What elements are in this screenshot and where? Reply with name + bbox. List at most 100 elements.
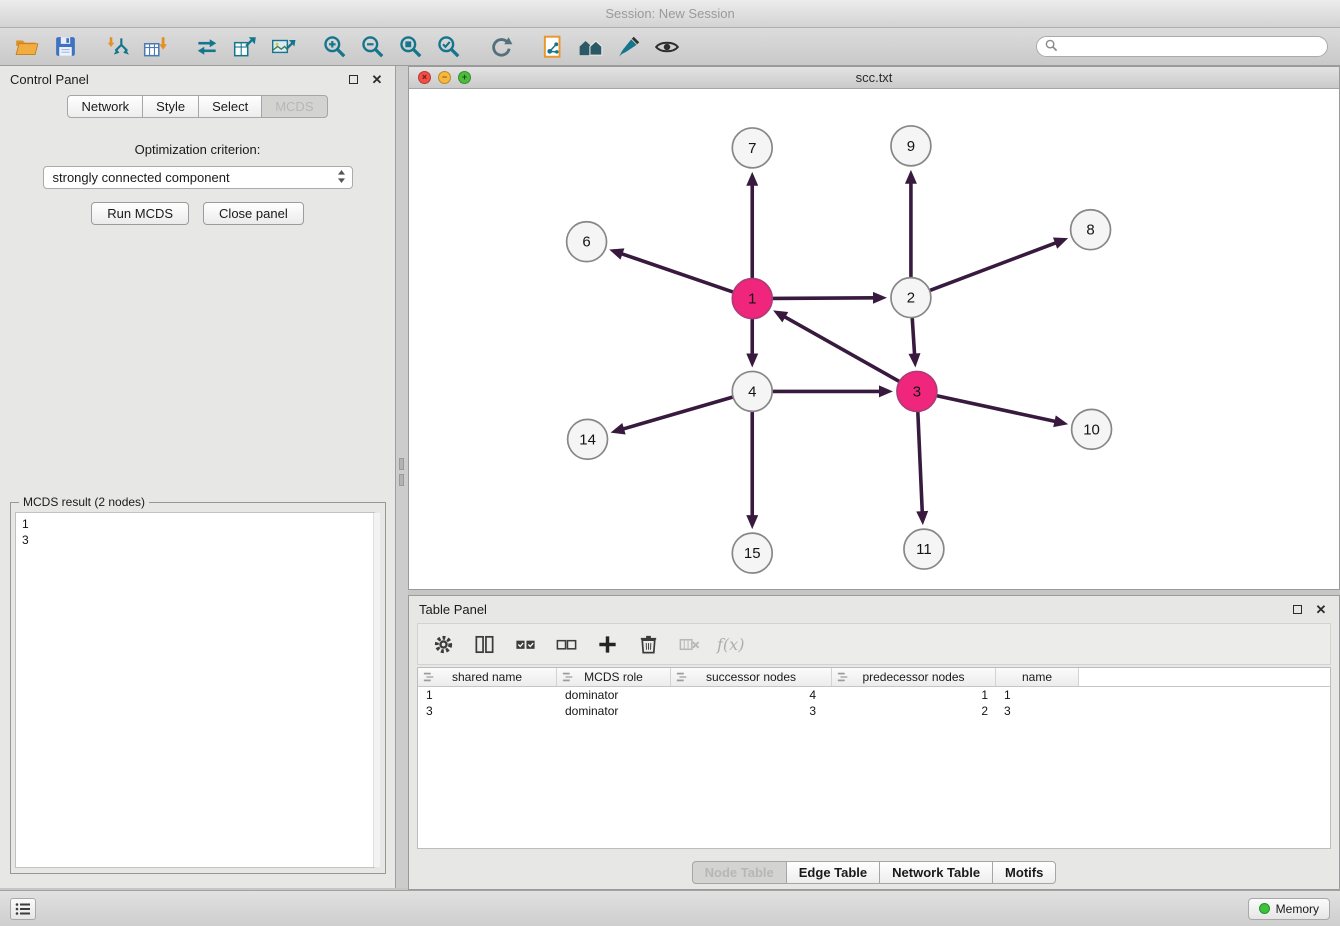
tab-motifs[interactable]: Motifs: [992, 861, 1056, 884]
add-row-icon[interactable]: [594, 631, 620, 657]
graph-edge-2-3[interactable]: [912, 318, 914, 356]
main-toolbar: [0, 28, 1340, 66]
window-close-icon[interactable]: ×: [418, 71, 431, 84]
graph-edge-3-1[interactable]: [783, 316, 899, 381]
window-zoom-icon[interactable]: +: [458, 71, 471, 84]
task-history-icon[interactable]: [10, 898, 36, 920]
tab-mcds[interactable]: MCDS: [261, 95, 327, 118]
run-mcds-button[interactable]: Run MCDS: [91, 202, 189, 225]
splitter-grip[interactable]: [399, 474, 404, 486]
attribute-icon: [423, 671, 435, 686]
mcds-result-box: MCDS result (2 nodes) 13: [10, 502, 386, 874]
graph-edge-3-10[interactable]: [937, 396, 1057, 422]
graph-edge-4-14[interactable]: [621, 397, 732, 429]
zoom-selected-icon[interactable]: [434, 32, 464, 62]
gear-icon[interactable]: [430, 631, 456, 657]
graph-node-10[interactable]: 10: [1072, 409, 1112, 449]
graph-edge-arrow: [905, 170, 917, 184]
graph-edge-arrow: [611, 423, 626, 434]
tab-network[interactable]: Network: [67, 95, 143, 118]
tab-edge-table[interactable]: Edge Table: [786, 861, 880, 884]
header-filler: [1079, 668, 1330, 686]
refresh-icon[interactable]: [486, 32, 516, 62]
graph-edge-2-8[interactable]: [931, 242, 1058, 290]
mcds-result-title: MCDS result (2 nodes): [19, 495, 149, 509]
status-bar: Memory: [0, 890, 1340, 926]
close-panel-button[interactable]: Close panel: [203, 202, 304, 225]
export-network-icon[interactable]: [230, 32, 260, 62]
graph-node-7[interactable]: 7: [732, 128, 772, 168]
table-cell: 3: [996, 704, 1079, 718]
window-titlebar[interactable]: Session: New Session: [0, 0, 1340, 28]
table-header-row: shared name MCDS role successor nodes pr…: [418, 668, 1330, 687]
graph-edge-1-2[interactable]: [773, 298, 876, 299]
graph-edge-3-11[interactable]: [918, 412, 923, 514]
graph-node-15[interactable]: 15: [732, 533, 772, 573]
table-cell: 1: [832, 688, 996, 702]
delete-row-icon[interactable]: [635, 631, 661, 657]
result-scrollbar[interactable]: [373, 513, 380, 867]
memory-button[interactable]: Memory: [1248, 898, 1330, 920]
table-rows: 1dominator4113dominator323: [418, 687, 1330, 719]
tab-select[interactable]: Select: [198, 95, 262, 118]
zoom-fit-icon[interactable]: [396, 32, 426, 62]
network-canvas[interactable]: 7 9 6 8 1 2 4 3 14 10 15 11: [409, 90, 1339, 589]
graph-node-9[interactable]: 9: [891, 126, 931, 166]
control-panel-close-icon[interactable]: ✕: [369, 71, 385, 87]
graph-node-3[interactable]: 3: [897, 371, 937, 411]
control-panel-tabs: Network Style Select MCDS: [0, 95, 395, 118]
table-panel-close-icon[interactable]: ✕: [1313, 601, 1329, 617]
graph-node-label: 9: [907, 138, 915, 155]
table-cell: 1: [996, 688, 1079, 702]
style-brush-icon[interactable]: [614, 32, 644, 62]
open-folder-icon[interactable]: [12, 32, 42, 62]
graph-node-11[interactable]: 11: [904, 529, 944, 569]
column-header-mcds-role[interactable]: MCDS role: [557, 668, 671, 686]
select-all-icon[interactable]: [512, 631, 538, 657]
column-layout-icon[interactable]: [471, 631, 497, 657]
graph-node-label: 6: [582, 234, 590, 251]
deselect-all-icon[interactable]: [553, 631, 579, 657]
table-row[interactable]: 3dominator323: [418, 703, 1330, 719]
quick-search[interactable]: [1036, 36, 1328, 57]
graph-edge-arrow: [609, 248, 624, 259]
zoom-out-icon[interactable]: [358, 32, 388, 62]
network-window-titlebar[interactable]: scc.txt × − +: [409, 67, 1339, 89]
home-layout-icon[interactable]: [576, 32, 606, 62]
mcds-result-list[interactable]: 13: [15, 512, 375, 868]
tab-node-table[interactable]: Node Table: [692, 861, 787, 884]
tab-network-table[interactable]: Network Table: [879, 861, 993, 884]
graph-node-2[interactable]: 2: [891, 278, 931, 318]
table-panel-float-icon[interactable]: [1289, 601, 1305, 617]
share-arrows-icon[interactable]: [192, 32, 222, 62]
graph-node-6[interactable]: 6: [567, 222, 607, 262]
window-minimize-icon[interactable]: −: [438, 71, 451, 84]
column-header-predecessor-nodes[interactable]: predecessor nodes: [832, 668, 996, 686]
graph-node-8[interactable]: 8: [1071, 210, 1111, 250]
graph-edge-1-6[interactable]: [620, 253, 733, 292]
attribute-icon: [837, 671, 849, 686]
graph-node-1[interactable]: 1: [732, 279, 772, 319]
table-cell: 4: [671, 688, 832, 702]
graph-edge-arrow: [879, 385, 893, 397]
export-image-icon[interactable]: [268, 32, 298, 62]
network-graph: 7 9 6 8 1 2 4 3 14 10 15 11: [409, 90, 1339, 589]
criterion-dropdown[interactable]: strongly connected component: [43, 166, 353, 189]
panel-splitter[interactable]: [396, 66, 408, 888]
table-row[interactable]: 1dominator411: [418, 687, 1330, 703]
column-header-name[interactable]: name: [996, 668, 1079, 686]
control-panel-float-icon[interactable]: [345, 71, 361, 87]
column-header-successor-nodes[interactable]: successor nodes: [671, 668, 832, 686]
save-session-icon[interactable]: [50, 32, 80, 62]
zoom-in-icon[interactable]: [320, 32, 350, 62]
column-header-shared-name[interactable]: shared name: [418, 668, 557, 686]
eye-icon[interactable]: [652, 32, 682, 62]
graph-node-14[interactable]: 14: [568, 419, 608, 459]
splitter-grip[interactable]: [399, 458, 404, 470]
tab-style[interactable]: Style: [142, 95, 199, 118]
search-input[interactable]: [1063, 40, 1319, 54]
import-table-icon[interactable]: [140, 32, 170, 62]
document-network-icon[interactable]: [538, 32, 568, 62]
graph-node-4[interactable]: 4: [732, 371, 772, 411]
import-network-icon[interactable]: [102, 32, 132, 62]
